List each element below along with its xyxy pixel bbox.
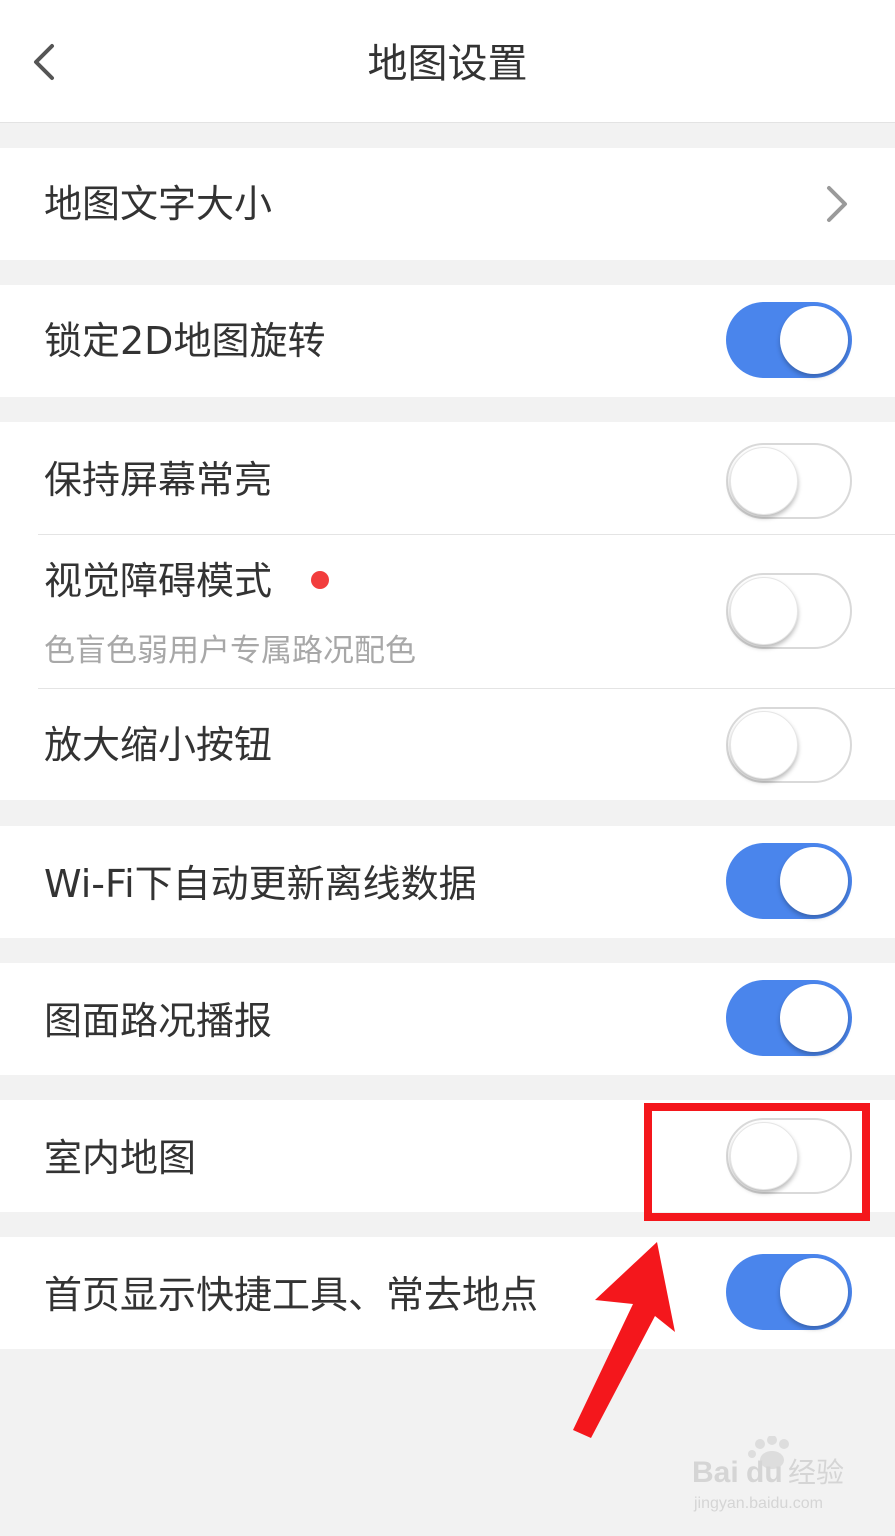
setting-label: 锁定2D地图旋转 — [44, 319, 326, 363]
section-traffic-broadcast: 图面路况播报 — [0, 963, 895, 1075]
setting-row-zoom-buttons: 放大缩小按钮 — [0, 689, 895, 800]
setting-label: 首页显示快捷工具、常去地点 — [44, 1273, 539, 1317]
toggle-knob — [780, 847, 848, 915]
setting-row-map-text-size[interactable]: 地图文字大小 — [0, 148, 895, 260]
setting-row-visual-impairment: 视觉障碍模式 色盲色弱用户专属路况配色 — [0, 535, 895, 688]
annotation-arrow-icon — [573, 1242, 675, 1438]
toggle-knob — [730, 447, 798, 515]
toggle-visual-impairment[interactable] — [726, 573, 852, 649]
section-offline-data: Wi-Fi下自动更新离线数据 — [0, 826, 895, 938]
section-text-size: 地图文字大小 — [0, 148, 895, 260]
chevron-right-icon — [827, 186, 847, 222]
toggle-knob — [730, 577, 798, 645]
toggle-home-shortcuts[interactable] — [726, 1254, 852, 1330]
baidu-jingyan-watermark: Bai du 经验 jingyan.baidu.com — [692, 1436, 844, 1512]
svg-text:jingyan.baidu.com: jingyan.baidu.com — [693, 1495, 823, 1512]
setting-label: 图面路况播报 — [44, 999, 273, 1043]
toggle-knob — [780, 306, 848, 374]
setting-row-wifi-auto-update: Wi-Fi下自动更新离线数据 — [0, 826, 895, 938]
toggle-lock-2d-rotation[interactable] — [726, 302, 852, 378]
svg-text:du: du — [746, 1456, 783, 1489]
section-home-shortcuts: 首页显示快捷工具、常去地点 — [0, 1237, 895, 1349]
svg-text:Bai: Bai — [692, 1456, 739, 1489]
setting-row-lock-2d-rotation: 锁定2D地图旋转 — [0, 285, 895, 397]
title-bar: 地图设置 — [0, 0, 895, 123]
setting-sublabel: 色盲色弱用户专属路况配色 — [44, 633, 416, 669]
page-title: 地图设置 — [367, 41, 528, 87]
setting-label: Wi-Fi下自动更新离线数据 — [44, 862, 477, 906]
toggle-knob — [730, 711, 798, 779]
new-badge-dot — [311, 571, 329, 589]
toggle-knob — [780, 1258, 848, 1326]
section-display: 保持屏幕常亮 视觉障碍模式 色盲色弱用户专属路况配色 放大缩小按钮 — [0, 422, 895, 800]
setting-row-keep-screen-on: 保持屏幕常亮 — [0, 422, 895, 534]
setting-label: 视觉障碍模式 — [44, 559, 273, 603]
section-lock-2d: 锁定2D地图旋转 — [0, 285, 895, 397]
setting-label: 地图文字大小 — [44, 182, 273, 226]
setting-label: 室内地图 — [44, 1136, 197, 1180]
setting-label: 保持屏幕常亮 — [44, 458, 273, 502]
setting-row-home-shortcuts: 首页显示快捷工具、常去地点 — [0, 1237, 895, 1349]
toggle-knob — [780, 984, 848, 1052]
toggle-zoom-buttons[interactable] — [726, 707, 852, 783]
svg-text:经验: 经验 — [788, 1456, 844, 1489]
toggle-traffic-broadcast[interactable] — [726, 980, 852, 1056]
setting-label: 放大缩小按钮 — [44, 723, 273, 767]
setting-row-traffic-broadcast: 图面路况播报 — [0, 963, 895, 1075]
annotation-highlight-box — [644, 1103, 870, 1221]
toggle-wifi-auto-update[interactable] — [726, 843, 852, 919]
toggle-keep-screen-on[interactable] — [726, 443, 852, 519]
